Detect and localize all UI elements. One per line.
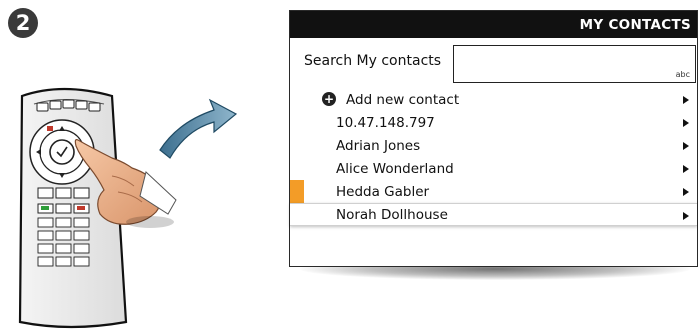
contact-row[interactable]: Alice Wonderland: [290, 157, 697, 180]
search-input[interactable]: abc: [453, 45, 696, 83]
contact-name: 10.47.148.797: [336, 114, 435, 131]
chevron-right-icon: [683, 142, 689, 150]
selection-marker: [290, 180, 304, 203]
chevron-right-icon: [683, 188, 689, 196]
contact-row[interactable]: 10.47.148.797: [290, 111, 697, 134]
contact-row-selected[interactable]: Hedda Gabler: [290, 180, 697, 203]
input-mode-indicator: abc: [675, 70, 690, 79]
contact-name: Hedda Gabler: [336, 183, 430, 200]
search-row: Search My contacts abc: [290, 38, 697, 88]
contact-name: Alice Wonderland: [336, 160, 454, 177]
add-new-contact-label: Add new contact: [346, 91, 460, 108]
contact-row[interactable]: Adrian Jones: [290, 134, 697, 157]
chevron-right-icon: [683, 165, 689, 173]
contacts-panel: MY CONTACTS Search My contacts abc + Add…: [289, 10, 698, 267]
search-label: Search My contacts: [304, 53, 442, 69]
panel-title: MY CONTACTS: [290, 11, 697, 38]
chevron-right-icon: [683, 96, 689, 104]
contact-name: Norah Dollhouse: [336, 206, 448, 223]
arrow-icon: [159, 98, 238, 159]
chevron-right-icon: [683, 212, 689, 220]
contact-row-focused[interactable]: Norah Dollhouse: [290, 203, 697, 226]
add-new-contact-row[interactable]: + Add new contact: [290, 88, 697, 111]
chevron-right-icon: [683, 119, 689, 127]
contact-name: Adrian Jones: [336, 137, 421, 154]
plus-icon: +: [322, 92, 336, 106]
